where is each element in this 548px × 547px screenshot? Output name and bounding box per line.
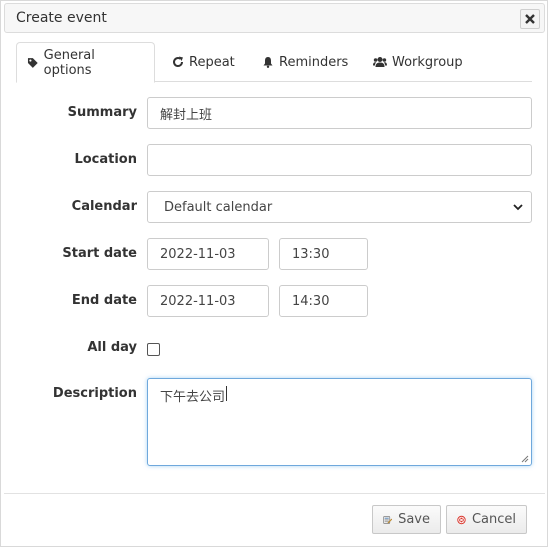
start-time-input[interactable]: 13:30 xyxy=(279,238,368,270)
close-button[interactable] xyxy=(520,9,540,29)
cancel-icon xyxy=(457,515,466,524)
summary-input[interactable]: 解封上班 xyxy=(147,97,532,129)
calendar-label: Calendar xyxy=(71,199,137,214)
tab-label: Workgroup xyxy=(392,54,463,70)
chevron-down-icon xyxy=(513,204,523,211)
tag-icon xyxy=(27,57,38,68)
end-date-input[interactable]: 2022-11-03 xyxy=(147,285,269,317)
start-time-value: 13:30 xyxy=(292,246,330,262)
end-date-value: 2022-11-03 xyxy=(160,293,236,309)
tab-reminders[interactable]: Reminders xyxy=(252,42,358,82)
save-icon xyxy=(383,515,393,524)
description-value: 下午去公司 xyxy=(160,390,226,405)
cancel-label: Cancel xyxy=(471,512,516,527)
summary-value: 解封上班 xyxy=(160,107,213,123)
tab-repeat[interactable]: Repeat xyxy=(162,42,245,82)
text-caret xyxy=(226,386,228,401)
description-label: Description xyxy=(52,386,137,401)
bell-icon xyxy=(263,57,273,68)
tab-general-options[interactable]: General options xyxy=(16,42,155,83)
tab-bar: General options Repeat Reminders Workgro… xyxy=(16,42,532,83)
save-button[interactable]: Save xyxy=(372,505,441,534)
end-date-label: End date xyxy=(71,293,137,308)
all-day-label: All day xyxy=(87,340,137,355)
create-event-dialog: Create event General options Repeat Remi… xyxy=(0,0,548,547)
description-textarea[interactable]: 下午去公司 xyxy=(147,378,532,466)
tab-label: General options xyxy=(43,47,95,78)
close-icon xyxy=(525,14,535,24)
calendar-select[interactable]: Default calendar xyxy=(147,191,532,223)
all-day-checkbox[interactable] xyxy=(147,343,160,356)
tab-label: Reminders xyxy=(279,54,349,70)
calendar-value: Default calendar xyxy=(164,199,273,215)
start-date-input[interactable]: 2022-11-03 xyxy=(147,238,269,270)
refresh-icon xyxy=(173,56,184,68)
end-time-value: 14:30 xyxy=(292,293,330,309)
tab-workgroup[interactable]: Workgroup xyxy=(363,42,473,82)
end-time-input[interactable]: 14:30 xyxy=(279,285,368,317)
save-label: Save xyxy=(398,512,430,527)
location-label: Location xyxy=(74,152,137,167)
users-icon xyxy=(373,57,387,67)
location-input[interactable] xyxy=(147,144,532,176)
tab-label: Repeat xyxy=(189,54,235,70)
footer-divider xyxy=(4,493,545,494)
start-date-value: 2022-11-03 xyxy=(160,246,236,262)
start-date-label: Start date xyxy=(62,246,137,261)
dialog-titlebar: Create event xyxy=(4,3,545,33)
cancel-button[interactable]: Cancel xyxy=(446,505,527,534)
dialog-title: Create event xyxy=(16,10,107,26)
resize-grip-icon[interactable] xyxy=(520,454,529,463)
summary-label: Summary xyxy=(67,105,137,120)
